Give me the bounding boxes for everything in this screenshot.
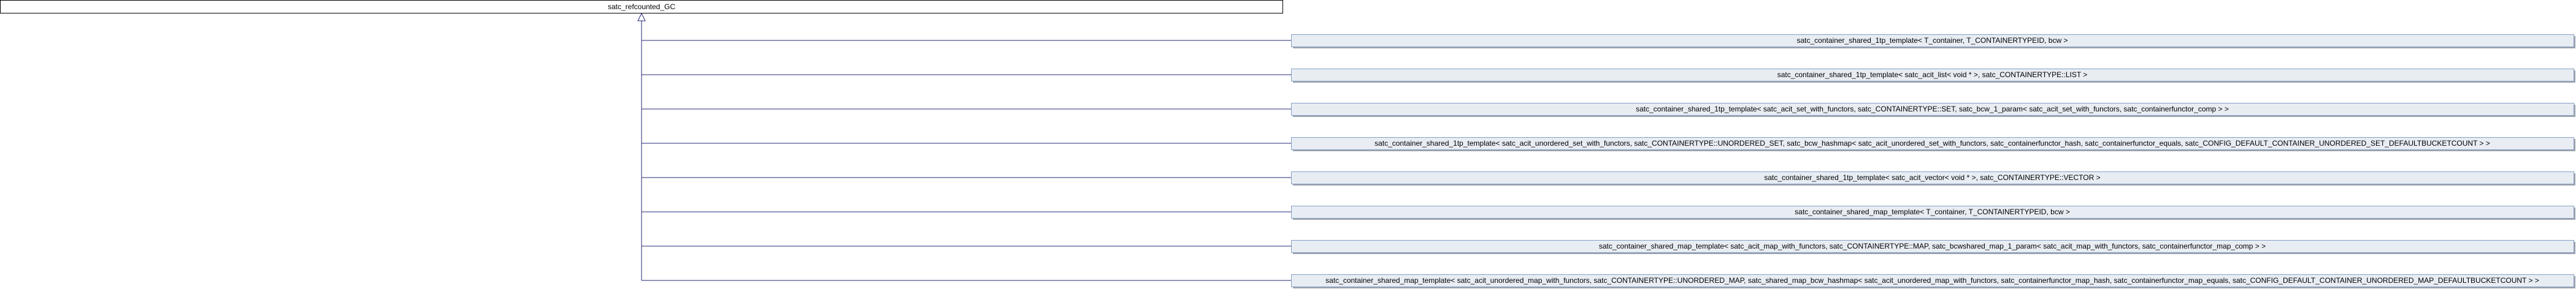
derived-class-list: satc_container_shared_1tp_template< T_co…: [1291, 34, 2576, 289]
inheritance-edges: [642, 13, 1291, 281]
derived-class-label: satc_container_shared_1tp_template< satc…: [1777, 70, 2088, 79]
derived-class-node[interactable]: satc_container_shared_1tp_template< satc…: [1291, 137, 2576, 152]
derived-class-label: satc_container_shared_1tp_template< satc…: [1764, 173, 2100, 182]
derived-class-label: satc_container_shared_map_template< satc…: [1325, 276, 2539, 285]
base-class-label: satc_refcounted_GC: [608, 2, 675, 11]
derived-class-label: satc_container_shared_1tp_template< satc…: [1374, 139, 2490, 148]
inheritance-diagram: satc_refcounted_GC satc_container_shared…: [0, 0, 2576, 289]
derived-class-label: satc_container_shared_map_template< satc…: [1599, 242, 2266, 250]
derived-class-label: satc_container_shared_1tp_template< satc…: [1636, 105, 2229, 113]
derived-class-label: satc_container_shared_1tp_template< T_co…: [1796, 36, 2068, 45]
base-class-node[interactable]: satc_refcounted_GC: [0, 0, 1283, 13]
derived-class-node[interactable]: satc_container_shared_1tp_template< satc…: [1291, 103, 2576, 118]
derived-class-node[interactable]: satc_container_shared_map_template< T_co…: [1291, 206, 2576, 220]
derived-class-label: satc_container_shared_map_template< T_co…: [1795, 208, 2070, 216]
derived-class-node[interactable]: satc_container_shared_1tp_template< T_co…: [1291, 34, 2576, 49]
derived-class-node[interactable]: satc_container_shared_1tp_template< satc…: [1291, 171, 2576, 186]
derived-class-node[interactable]: satc_container_shared_map_template< satc…: [1291, 274, 2576, 289]
derived-class-node[interactable]: satc_container_shared_1tp_template< satc…: [1291, 69, 2576, 83]
derived-class-node[interactable]: satc_container_shared_map_template< satc…: [1291, 240, 2576, 255]
